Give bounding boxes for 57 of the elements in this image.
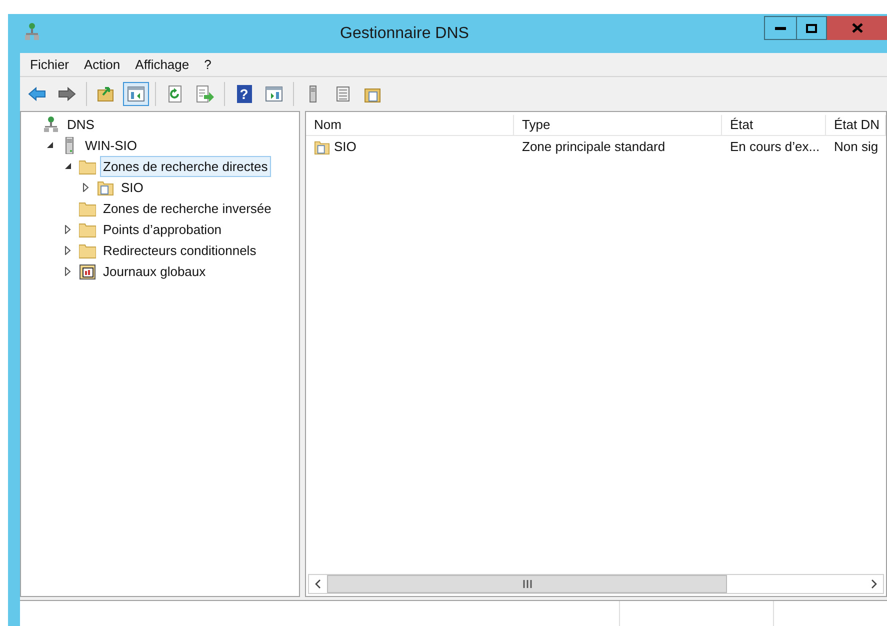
expanded-arrow-icon[interactable]: [64, 163, 72, 170]
menu-item[interactable]: Action: [78, 54, 126, 74]
column-header[interactable]: Type: [514, 115, 722, 135]
folder-icon: [79, 158, 96, 175]
menu-item[interactable]: Affichage: [129, 54, 196, 74]
column-header[interactable]: État: [722, 115, 826, 135]
folder-up-icon: [97, 85, 115, 103]
tree-item[interactable]: Zones de recherche directes: [100, 156, 271, 178]
network-icon: [24, 22, 40, 42]
horizontal-scrollbar[interactable]: [308, 574, 884, 594]
menu-item[interactable]: Fichier: [24, 54, 76, 74]
column-header[interactable]: État DN: [826, 115, 886, 135]
tree-item[interactable]: Redirecteurs conditionnels: [100, 240, 260, 262]
help-icon: ?: [236, 85, 252, 103]
folder-icon: [79, 221, 96, 238]
collapsed-arrow-icon[interactable]: [65, 267, 71, 276]
zone-file-icon: [314, 139, 330, 155]
refresh-icon: [166, 85, 184, 103]
export-list-icon: [196, 85, 214, 103]
back-arrow-icon: [28, 85, 46, 103]
action-pane-icon: [265, 85, 283, 103]
maximize-icon: [806, 24, 817, 32]
table-cell-text: Non sig: [834, 138, 878, 156]
close-icon: [852, 23, 862, 33]
minimize-button[interactable]: [764, 16, 797, 40]
collapsed-arrow-icon[interactable]: [83, 183, 89, 192]
minimize-icon: [775, 26, 786, 30]
collapsed-arrow-icon[interactable]: [65, 225, 71, 234]
tree-item[interactable]: SIO: [118, 176, 146, 198]
table-cell-text: Zone principale standard: [522, 138, 666, 156]
column-header[interactable]: Nom: [306, 115, 514, 135]
window-title: Gestionnaire DNS: [340, 24, 469, 44]
forward-arrow-icon: [58, 85, 76, 103]
expanded-arrow-icon[interactable]: [46, 142, 54, 149]
tree-item[interactable]: Zones de recherche inversée: [100, 198, 274, 220]
scroll-right-icon[interactable]: [870, 579, 878, 589]
toolbar-button[interactable]: ?: [231, 82, 257, 106]
network-icon: [43, 116, 60, 133]
table-cell-text: En cours d’ex...: [730, 138, 820, 156]
toolbar-button[interactable]: [123, 82, 149, 106]
scroll-left-icon[interactable]: [314, 579, 322, 589]
close-button[interactable]: [827, 16, 887, 40]
grip-icon: [522, 580, 532, 588]
scrollbar-thumb[interactable]: [327, 575, 727, 593]
folder-icon: [79, 200, 96, 217]
tree-item[interactable]: DNS: [64, 114, 98, 136]
zone-file-icon: [97, 179, 114, 196]
table-cell-text: SIO: [334, 138, 356, 156]
folder-icon: [79, 242, 96, 259]
collapsed-arrow-icon[interactable]: [65, 246, 71, 255]
tree-item[interactable]: WIN-SIO: [82, 134, 140, 156]
list-icon: [334, 85, 352, 103]
tree-item[interactable]: Points d’approbation: [100, 218, 225, 240]
panel-tree-icon: [127, 85, 145, 103]
menu-item[interactable]: ?: [198, 54, 218, 74]
tree-item[interactable]: Journaux globaux: [100, 260, 209, 282]
log-book-icon: [79, 263, 96, 280]
